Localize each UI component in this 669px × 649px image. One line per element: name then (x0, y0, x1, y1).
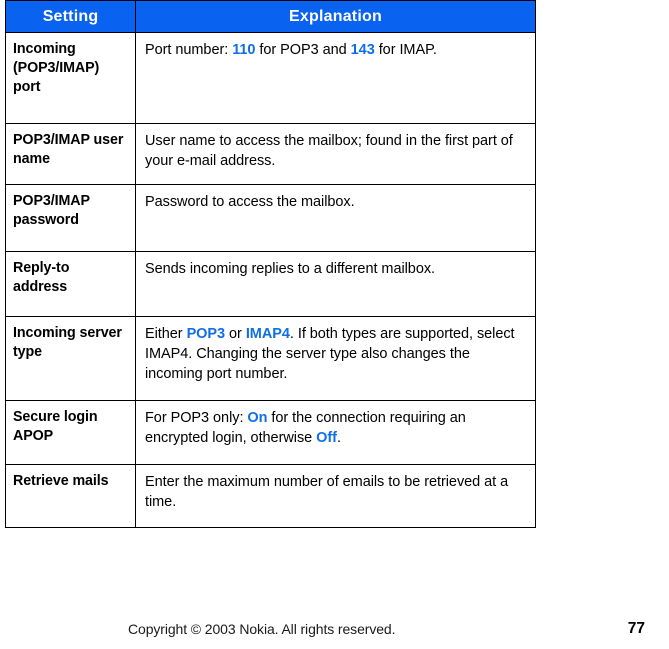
accent-value: 143 (350, 42, 375, 58)
setting-name-text: Reply-to address (13, 260, 70, 295)
explanation-text: . (336, 430, 341, 446)
explanation-text: Either (145, 326, 187, 342)
setting-name-cell: Incoming server type (5, 316, 136, 401)
setting-name-text: Secure login APOP (13, 409, 98, 444)
explanation-text: for IMAP. (374, 42, 437, 58)
table-row: POP3/IMAP user name User name to access … (5, 123, 536, 185)
setting-name-cell: Reply-to address (5, 251, 136, 317)
accent-value: IMAP4 (245, 326, 290, 342)
setting-explanation-cell: Port number: 110 for POP3 and 143 for IM… (135, 32, 536, 124)
explanation-text: or (225, 326, 246, 342)
setting-name-cell: POP3/IMAP password (5, 184, 136, 252)
table-row: Incoming server type Either POP3 or IMAP… (5, 316, 536, 401)
table-row: Incoming (POP3/IMAP) port Port number: 1… (5, 32, 536, 124)
explanation-text: Port number: (145, 42, 233, 58)
setting-name-cell: Incoming (POP3/IMAP) port (5, 32, 136, 124)
setting-explanation-cell: User name to access the mailbox; found i… (135, 123, 536, 185)
setting-explanation-cell: Enter the maximum number of emails to be… (135, 464, 536, 528)
table-row: Retrieve mails Enter the maximum number … (5, 464, 536, 528)
table-row: Secure login APOP For POP3 only: On for … (5, 400, 536, 465)
accent-value: 110 (232, 42, 256, 58)
setting-explanation-cell: Sends incoming replies to a different ma… (135, 251, 536, 317)
explanation-text: For POP3 only: (145, 410, 248, 426)
setting-name-cell: POP3/IMAP user name (5, 123, 136, 185)
explanation-text: User name to access the mailbox; found i… (145, 133, 513, 169)
explanation-text: Password to access the mailbox. (145, 194, 355, 210)
page-number: 77 (627, 620, 645, 637)
email-settings-table: Setting Explanation Incoming (POP3/IMAP)… (5, 0, 536, 528)
setting-name-text: POP3/IMAP user name (13, 132, 124, 167)
table-row: Reply-to address Sends incoming replies … (5, 251, 536, 317)
explanation-text: for POP3 and (255, 42, 351, 58)
setting-name-text: POP3/IMAP password (13, 193, 90, 228)
page-footer: Copyright © 2003 Nokia. All rights reser… (0, 618, 669, 640)
column-header-explanation: Explanation (135, 0, 536, 33)
setting-explanation-cell: For POP3 only: On for the connection req… (135, 400, 536, 465)
setting-explanation-cell: Password to access the mailbox. (135, 184, 536, 252)
explanation-text: Enter the maximum number of emails to be… (145, 474, 509, 510)
setting-name-text: Retrieve mails (13, 473, 109, 489)
accent-value: POP3 (186, 326, 226, 342)
setting-name-text: Incoming server type (13, 325, 122, 360)
table-body: Incoming (POP3/IMAP) port Port number: 1… (5, 32, 536, 528)
accent-value: On (247, 410, 268, 426)
setting-name-cell: Retrieve mails (5, 464, 136, 528)
copyright-notice: Copyright © 2003 Nokia. All rights reser… (128, 621, 396, 637)
setting-name-cell: Secure login APOP (5, 400, 136, 465)
accent-value: Off (316, 430, 337, 446)
setting-name-text: Incoming (POP3/IMAP) port (13, 41, 100, 95)
table-row: POP3/IMAP password Password to access th… (5, 184, 536, 252)
explanation-text: Sends incoming replies to a different ma… (145, 261, 436, 277)
setting-explanation-cell: Either POP3 or IMAP4. If both types are … (135, 316, 536, 401)
column-header-setting: Setting (5, 0, 136, 33)
table-header: Setting Explanation (5, 0, 536, 33)
table-header-row: Setting Explanation (5, 0, 536, 33)
